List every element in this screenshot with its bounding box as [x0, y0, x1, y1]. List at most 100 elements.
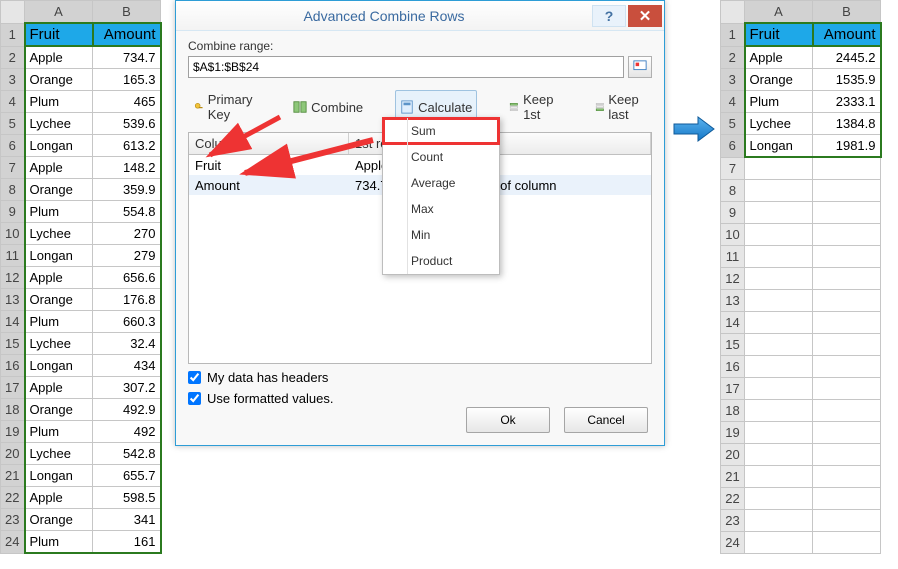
row-header[interactable]: 10 [1, 223, 25, 245]
dialog-titlebar[interactable]: Advanced Combine Rows ? ✕ [176, 1, 664, 31]
row-header[interactable]: 1 [721, 23, 745, 46]
close-button[interactable]: ✕ [628, 5, 662, 27]
row-header[interactable]: 17 [721, 377, 745, 399]
cell-fruit[interactable]: Apple [25, 267, 93, 289]
row-header[interactable]: 1 [1, 23, 25, 46]
row-header[interactable]: 16 [721, 355, 745, 377]
keep-last-button[interactable]: Keep last [591, 90, 650, 124]
cell-fruit[interactable]: Orange [25, 69, 93, 91]
cell-fruit[interactable]: Orange [25, 289, 93, 311]
row-header[interactable]: 14 [721, 311, 745, 333]
empty-cell[interactable] [813, 531, 881, 553]
header-amount[interactable]: Amount [93, 23, 161, 46]
cell-fruit[interactable]: Orange [25, 509, 93, 531]
cell-fruit[interactable]: Plum [745, 91, 813, 113]
cell-amount[interactable]: 2333.1 [813, 91, 881, 113]
empty-cell[interactable] [813, 289, 881, 311]
empty-cell[interactable] [745, 443, 813, 465]
empty-cell[interactable] [813, 509, 881, 531]
cell-fruit[interactable]: Apple [25, 46, 93, 69]
empty-cell[interactable] [745, 333, 813, 355]
row-header[interactable]: 24 [721, 531, 745, 553]
cell-amount[interactable]: 598.5 [93, 487, 161, 509]
cell-fruit[interactable]: Apple [25, 377, 93, 399]
cell-amount[interactable]: 270 [93, 223, 161, 245]
header-fruit[interactable]: Fruit [25, 23, 93, 46]
row-header[interactable]: 23 [1, 509, 25, 531]
row-header[interactable]: 14 [1, 311, 25, 333]
empty-cell[interactable] [813, 157, 881, 179]
row-header[interactable]: 13 [1, 289, 25, 311]
row-header[interactable]: 23 [721, 509, 745, 531]
headers-checkbox[interactable] [188, 371, 201, 384]
empty-cell[interactable] [745, 355, 813, 377]
row-header[interactable]: 2 [1, 46, 25, 69]
empty-cell[interactable] [745, 311, 813, 333]
menu-item-sum[interactable]: Sum [383, 118, 499, 144]
cell-amount[interactable]: 492.9 [93, 399, 161, 421]
cell-amount[interactable]: 492 [93, 421, 161, 443]
menu-item-average[interactable]: Average [383, 170, 499, 196]
select-all-corner[interactable] [1, 1, 25, 24]
row-header[interactable]: 5 [721, 113, 745, 135]
empty-cell[interactable] [745, 487, 813, 509]
cell-amount[interactable]: 359.9 [93, 179, 161, 201]
empty-cell[interactable] [813, 377, 881, 399]
empty-cell[interactable] [745, 201, 813, 223]
row-header[interactable]: 19 [1, 421, 25, 443]
empty-cell[interactable] [813, 223, 881, 245]
row-header[interactable]: 22 [721, 487, 745, 509]
col-header-a[interactable]: A [745, 1, 813, 24]
empty-cell[interactable] [813, 311, 881, 333]
empty-cell[interactable] [813, 443, 881, 465]
cell-amount[interactable]: 279 [93, 245, 161, 267]
cell-fruit[interactable]: Orange [745, 69, 813, 91]
cell-fruit[interactable]: Orange [25, 179, 93, 201]
cell-amount[interactable]: 1384.8 [813, 113, 881, 135]
row-header[interactable]: 19 [721, 421, 745, 443]
row-header[interactable]: 6 [1, 135, 25, 157]
row-header[interactable]: 21 [721, 465, 745, 487]
primary-key-button[interactable]: Primary Key [190, 90, 261, 124]
cell-amount[interactable]: 176.8 [93, 289, 161, 311]
cell-fruit[interactable]: Apple [25, 487, 93, 509]
cell-fruit[interactable]: Apple [25, 157, 93, 179]
row-header[interactable]: 3 [721, 69, 745, 91]
row-header[interactable]: 7 [1, 157, 25, 179]
row-header[interactable]: 6 [721, 135, 745, 158]
cell-fruit[interactable]: Orange [25, 399, 93, 421]
empty-cell[interactable] [745, 223, 813, 245]
empty-cell[interactable] [745, 421, 813, 443]
cell-amount[interactable]: 554.8 [93, 201, 161, 223]
keep-first-button[interactable]: Keep 1st [505, 90, 562, 124]
cell-fruit[interactable]: Lychee [25, 223, 93, 245]
cell-fruit[interactable]: Plum [25, 421, 93, 443]
row-header[interactable]: 3 [1, 69, 25, 91]
ok-button[interactable]: Ok [466, 407, 550, 433]
empty-cell[interactable] [745, 465, 813, 487]
row-header[interactable]: 9 [1, 201, 25, 223]
row-header[interactable]: 21 [1, 465, 25, 487]
cell-amount[interactable]: 1535.9 [813, 69, 881, 91]
menu-item-count[interactable]: Count [383, 144, 499, 170]
cell-amount[interactable]: 613.2 [93, 135, 161, 157]
header-amount[interactable]: Amount [813, 23, 881, 46]
result-spreadsheet[interactable]: A B 1 Fruit Amount 2Apple2445.23Orange15… [720, 0, 882, 554]
empty-cell[interactable] [745, 245, 813, 267]
row-header[interactable]: 18 [1, 399, 25, 421]
cell-amount[interactable]: 307.2 [93, 377, 161, 399]
menu-item-min[interactable]: Min [383, 222, 499, 248]
cell-amount[interactable]: 148.2 [93, 157, 161, 179]
cell-amount[interactable]: 165.3 [93, 69, 161, 91]
cell-fruit[interactable]: Longan [25, 245, 93, 267]
row-header[interactable]: 18 [721, 399, 745, 421]
empty-cell[interactable] [813, 267, 881, 289]
empty-cell[interactable] [745, 289, 813, 311]
empty-cell[interactable] [813, 333, 881, 355]
row-header[interactable]: 17 [1, 377, 25, 399]
row-header[interactable]: 10 [721, 223, 745, 245]
combine-button[interactable]: Combine [289, 90, 367, 124]
empty-cell[interactable] [813, 245, 881, 267]
empty-cell[interactable] [745, 179, 813, 201]
cancel-button[interactable]: Cancel [564, 407, 648, 433]
